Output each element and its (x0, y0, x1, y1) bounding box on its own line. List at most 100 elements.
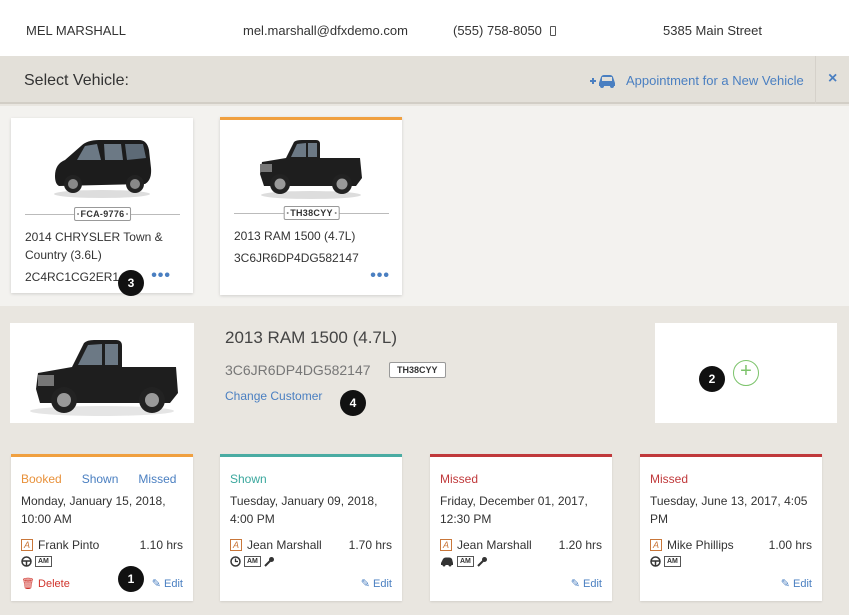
callout-badge-4: 4 (340, 390, 366, 416)
edit-button[interactable]: ✎ Edit (781, 577, 812, 590)
appointment-card[interactable]: Missed Friday, December 01, 2017, 12:30 … (430, 454, 612, 601)
vehicle-card-chrysler[interactable]: FCA-9776 2014 CHRYSLER Town & Country (3… (11, 118, 193, 293)
advisor-name: Frank Pinto (38, 538, 100, 552)
edit-button[interactable]: ✎ Edit (152, 577, 183, 590)
delete-button[interactable]: 🗑 Delete (21, 577, 70, 590)
callout-badge-1: 1 (118, 566, 144, 592)
vehicle-vin: 3C6JR6DP4DG582147 (234, 251, 359, 265)
new-vehicle-appointment-button[interactable]: Appointment for a New Vehicle (590, 73, 804, 88)
status-shown[interactable]: Shown (82, 472, 119, 486)
vehicle-vin: 2C4RC1CG2ER144 (25, 270, 133, 284)
close-icon[interactable]: × (828, 70, 837, 88)
customer-bar: MEL MARSHALL mel.marshall@dfxdemo.com (5… (0, 0, 849, 56)
status-missed[interactable]: Missed (138, 472, 176, 486)
advisor-icon: A (440, 539, 452, 551)
advisor-icon: A (650, 539, 662, 551)
pencil-icon: ✎ (360, 578, 370, 590)
callout-badge-2: 2 (699, 366, 725, 392)
appointment-card[interactable]: Missed Tuesday, June 13, 2017, 4:05 PM A… (640, 454, 822, 601)
status-missed: Missed (440, 472, 479, 486)
appointment-hours: 1.20 hrs (558, 538, 602, 552)
advisor: A Jean Marshall (440, 538, 532, 552)
vehicle-name: 2014 CHRYSLER Town & Country (3.6L) (25, 230, 163, 262)
appointment-icons: AM (440, 556, 488, 567)
steering-wheel-icon (21, 556, 32, 567)
advisor-name: Jean Marshall (247, 538, 322, 552)
minivan-image (47, 128, 157, 200)
appointment-icons: AM (230, 556, 275, 567)
wrench-icon (477, 557, 487, 567)
license-plate: TH38CYY (283, 206, 340, 220)
appointment-hours: 1.70 hrs (348, 538, 392, 552)
edit-button[interactable]: ✎ Edit (361, 577, 392, 590)
edit-label: Edit (373, 578, 392, 590)
advisor-icon: A (230, 539, 242, 551)
steering-wheel-icon (650, 556, 661, 567)
more-options-button[interactable]: ••• (370, 267, 390, 285)
mobile-phone-icon (549, 26, 556, 36)
add-car-icon (590, 74, 615, 88)
status-row: Missed (650, 472, 708, 486)
am-badge: AM (664, 556, 681, 567)
am-badge: AM (457, 556, 474, 567)
more-options-button[interactable]: ••• (151, 267, 171, 285)
add-appointment-panel: + (655, 323, 837, 423)
vehicle-name: 2013 RAM 1500 (4.7L) (234, 229, 356, 243)
advisor-name: Mike Phillips (667, 538, 734, 552)
vehicle-card-ram[interactable]: TH38CYY 2013 RAM 1500 (4.7L) 3C6JR6DP4DG… (220, 117, 402, 295)
clock-icon (230, 556, 241, 567)
license-plate: FCA-9776 (73, 207, 132, 221)
status-missed: Missed (650, 472, 689, 486)
add-appointment-button[interactable]: + (733, 360, 759, 386)
am-badge: AM (35, 556, 52, 567)
appointment-hours: 1.10 hrs (139, 538, 183, 552)
advisor: A Frank Pinto (21, 538, 99, 552)
pencil-icon: ✎ (570, 578, 580, 590)
appointment-date: Tuesday, June 13, 2017, 4:05 PM (650, 494, 808, 526)
customer-phone[interactable]: (555) 758-8050 (453, 23, 556, 38)
edit-label: Edit (164, 578, 183, 590)
selected-vehicle-plate: TH38CYY (389, 362, 446, 378)
appointment-date: Tuesday, January 09, 2018, 4:00 PM (230, 494, 378, 526)
status-row: Shown (230, 472, 287, 486)
appointment-icons: AM (650, 556, 681, 567)
pencil-icon: ✎ (780, 578, 790, 590)
advisor-name: Jean Marshall (457, 538, 532, 552)
am-badge: AM (244, 556, 261, 567)
status-booked[interactable]: Booked (21, 472, 62, 486)
delete-label: Delete (38, 578, 70, 590)
advisor-icon: A (21, 539, 33, 551)
appointment-icons: AM (21, 556, 52, 567)
appointment-date: Friday, December 01, 2017, 12:30 PM (440, 494, 588, 526)
select-vehicle-title: Select Vehicle: (24, 72, 129, 89)
wrench-icon (264, 557, 274, 567)
plate-line: TH38CYY (234, 206, 389, 220)
appointment-card[interactable]: Booked Shown Missed Monday, January 15, 20… (11, 454, 193, 601)
appointment-date: Monday, January 15, 2018, 10:00 AM (21, 494, 166, 526)
new-vehicle-label: Appointment for a New Vehicle (626, 73, 804, 88)
status-shown: Shown (230, 472, 267, 486)
advisor: A Mike Phillips (650, 538, 734, 552)
selected-vehicle-title: 2013 RAM 1500 (4.7L) (225, 328, 397, 347)
status-row: Booked Shown Missed (21, 472, 196, 486)
trash-icon: 🗑 (21, 578, 35, 590)
appointment-card[interactable]: Shown Tuesday, January 09, 2018, 4:00 PM… (220, 454, 402, 601)
selected-vehicle-image (10, 323, 194, 423)
pickup-image (256, 130, 366, 202)
edit-label: Edit (793, 578, 812, 590)
callout-badge-3: 3 (118, 270, 144, 296)
plate-line: FCA-9776 (25, 207, 180, 221)
customer-email[interactable]: mel.marshall@dfxdemo.com (243, 23, 408, 38)
car-icon (441, 557, 453, 567)
customer-address: 5385 Main Street (663, 23, 763, 38)
customer-name: MEL MARSHALL (26, 23, 126, 38)
select-vehicle-bar: Select Vehicle: Appointment for a New Ve… (0, 56, 849, 104)
pencil-icon: ✎ (151, 578, 161, 590)
advisor: A Jean Marshall (230, 538, 322, 552)
change-customer-link[interactable]: Change Customer (225, 389, 322, 403)
phone-number[interactable]: (555) 758-8050 (453, 23, 542, 38)
edit-label: Edit (583, 578, 602, 590)
edit-button[interactable]: ✎ Edit (571, 577, 602, 590)
appointment-hours: 1.00 hrs (768, 538, 812, 552)
divider (815, 56, 816, 104)
